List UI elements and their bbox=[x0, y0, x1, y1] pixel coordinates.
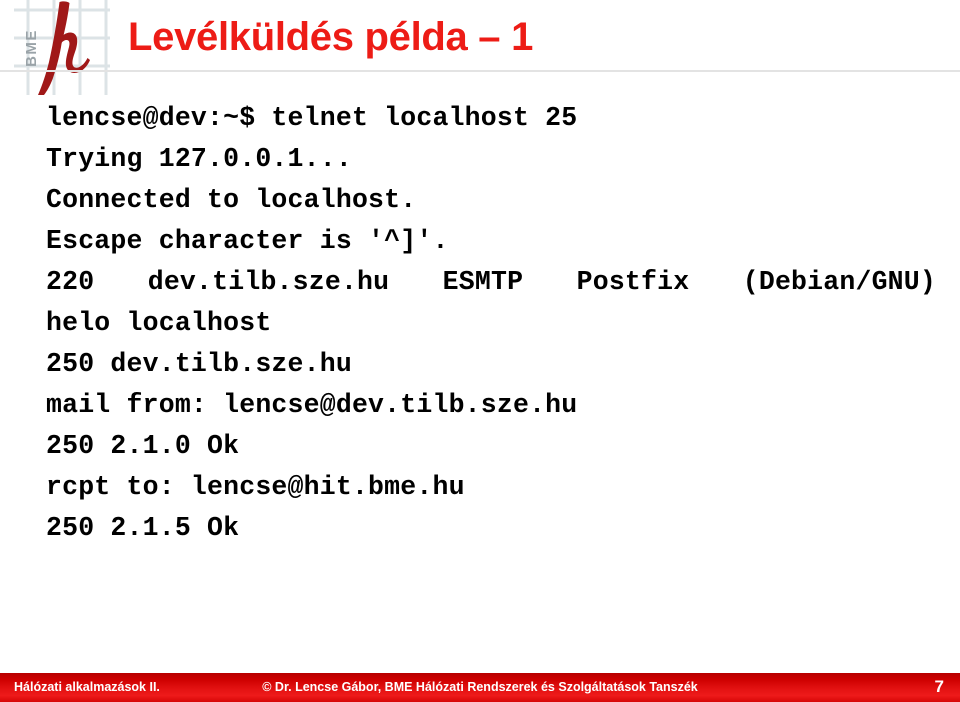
logo-h-glyph bbox=[38, 1, 90, 95]
terminal-line: mail from: lencse@dev.tilb.sze.hu bbox=[46, 390, 578, 420]
terminal-line: Trying 127.0.0.1... bbox=[46, 144, 352, 174]
footer-copyright: © Dr. Lencse Gábor, BME Hálózati Rendsze… bbox=[262, 680, 698, 694]
slide-header: BME Levélküldés példa – 1 bbox=[0, 0, 960, 95]
terminal-line: 250 2.1.0 Ok bbox=[46, 431, 240, 461]
slide-footer: Hálózati alkalmazások II. © Dr. Lencse G… bbox=[0, 673, 960, 702]
terminal-line: Connected to localhost. bbox=[46, 185, 417, 215]
terminal-line: rcpt to: lencse@hit.bme.hu bbox=[46, 472, 465, 502]
logo-wordmark-bme: BME bbox=[23, 29, 40, 67]
terminal-line: lencse@dev:~$ telnet localhost 25 bbox=[46, 103, 578, 133]
terminal-line: 250 2.1.5 Ok bbox=[46, 513, 240, 543]
terminal-transcript: lencse@dev:~$ telnet localhost 25 Trying… bbox=[46, 98, 936, 549]
terminal-line: 250 dev.tilb.sze.hu bbox=[46, 349, 352, 379]
terminal-line: Escape character is '^]'. bbox=[46, 226, 449, 256]
page-title: Levélküldés példa – 1 bbox=[128, 15, 534, 59]
terminal-line: 220 dev.tilb.sze.hu ESMTP Postfix (Debia… bbox=[46, 267, 936, 297]
page-number: 7 bbox=[934, 677, 944, 696]
header-divider bbox=[0, 70, 960, 72]
bme-logo: BME bbox=[14, 0, 110, 95]
terminal-line: helo localhost bbox=[46, 308, 272, 338]
